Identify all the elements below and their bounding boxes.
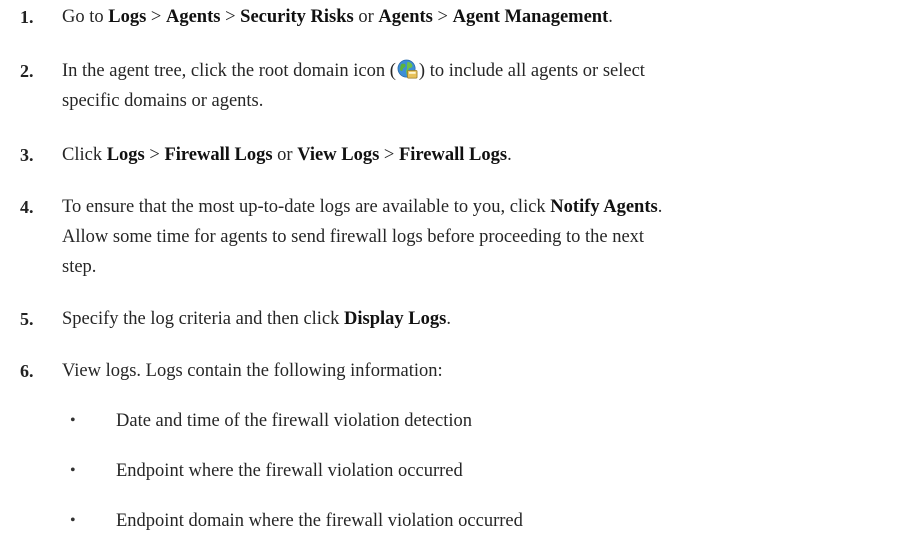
ui-path-agent-management: Agent Management — [452, 7, 609, 27]
bullet-icon: • — [70, 462, 76, 479]
step-text: Go to Logs > Agents > Security Risks or … — [62, 2, 613, 32]
text-run: step. — [62, 257, 97, 277]
ui-path-security-risks: Security Risks — [240, 7, 354, 27]
step-text: Click Logs > Firewall Logs or View Logs … — [62, 140, 512, 170]
list-item-text: Date and time of the firewall violation … — [116, 411, 472, 431]
step-2: 2. In the agent tree, click the root dom… — [0, 56, 645, 116]
step-6: 6. View logs. Logs contain the following… — [0, 356, 443, 386]
step-text: In the agent tree, click the root domain… — [62, 56, 645, 116]
text-run: > — [146, 7, 166, 27]
ui-button-notify-agents: Notify Agents — [550, 197, 658, 217]
ui-path-agents: Agents — [165, 7, 221, 27]
step-number: 6. — [20, 361, 34, 381]
text-run: > — [432, 7, 453, 27]
text-run: ) to include all agents or select — [418, 61, 645, 81]
ui-path-firewall-logs: Firewall Logs — [398, 145, 508, 165]
ui-path-agents: Agents — [378, 7, 433, 27]
text-run: Specify the log criteria and then click — [62, 309, 345, 329]
text-run: . — [608, 7, 613, 27]
ui-path-logs: Logs — [108, 7, 147, 27]
text-run: . — [507, 145, 512, 165]
ui-path-firewall-logs: Firewall Logs — [164, 145, 273, 165]
step-number: 4. — [20, 197, 34, 217]
ui-path-view-logs: View Logs — [297, 145, 380, 165]
text-run: Go to — [62, 7, 109, 27]
step-number: 3. — [20, 145, 34, 165]
text-run: In the agent tree, click the root domain… — [62, 61, 396, 81]
text-run: > — [379, 145, 399, 165]
step-number: 5. — [20, 309, 34, 329]
text-run: . — [657, 197, 663, 217]
text-run: Allow some time for agents to send firew… — [62, 227, 645, 247]
text-run: > — [144, 145, 165, 165]
bullet-icon: • — [70, 512, 76, 529]
text-run: > — [220, 7, 241, 27]
step-number: 1. — [20, 7, 34, 27]
text-run: specific domains or agents. — [62, 91, 264, 111]
text-run: or — [353, 7, 379, 27]
step-number: 2. — [20, 61, 34, 81]
step-3: 3. Click Logs > Firewall Logs or View Lo… — [0, 140, 512, 170]
step-1: 1. Go to Logs > Agents > Security Risks … — [0, 2, 613, 32]
list-item-text: Endpoint domain where the firewall viola… — [116, 511, 523, 531]
list-item-text: Endpoint where the firewall violation oc… — [116, 461, 463, 481]
bullet-icon: • — [70, 412, 76, 429]
text-run: Click — [62, 145, 107, 165]
step-text: Specify the log criteria and then click … — [62, 304, 451, 334]
step-4: 4. To ensure that the most up-to-date lo… — [0, 192, 662, 282]
text-run: . — [446, 309, 451, 329]
text-run: To ensure that the most up-to-date logs … — [62, 197, 551, 217]
text-run: or — [272, 145, 298, 165]
step-text: View logs. Logs contain the following in… — [62, 361, 443, 381]
ui-button-display-logs: Display Logs — [344, 309, 447, 329]
step-5: 5. Specify the log criteria and then cli… — [0, 304, 451, 334]
step-text: To ensure that the most up-to-date logs … — [62, 192, 662, 282]
globe-network-icon — [397, 59, 418, 79]
ui-path-logs: Logs — [106, 145, 145, 165]
